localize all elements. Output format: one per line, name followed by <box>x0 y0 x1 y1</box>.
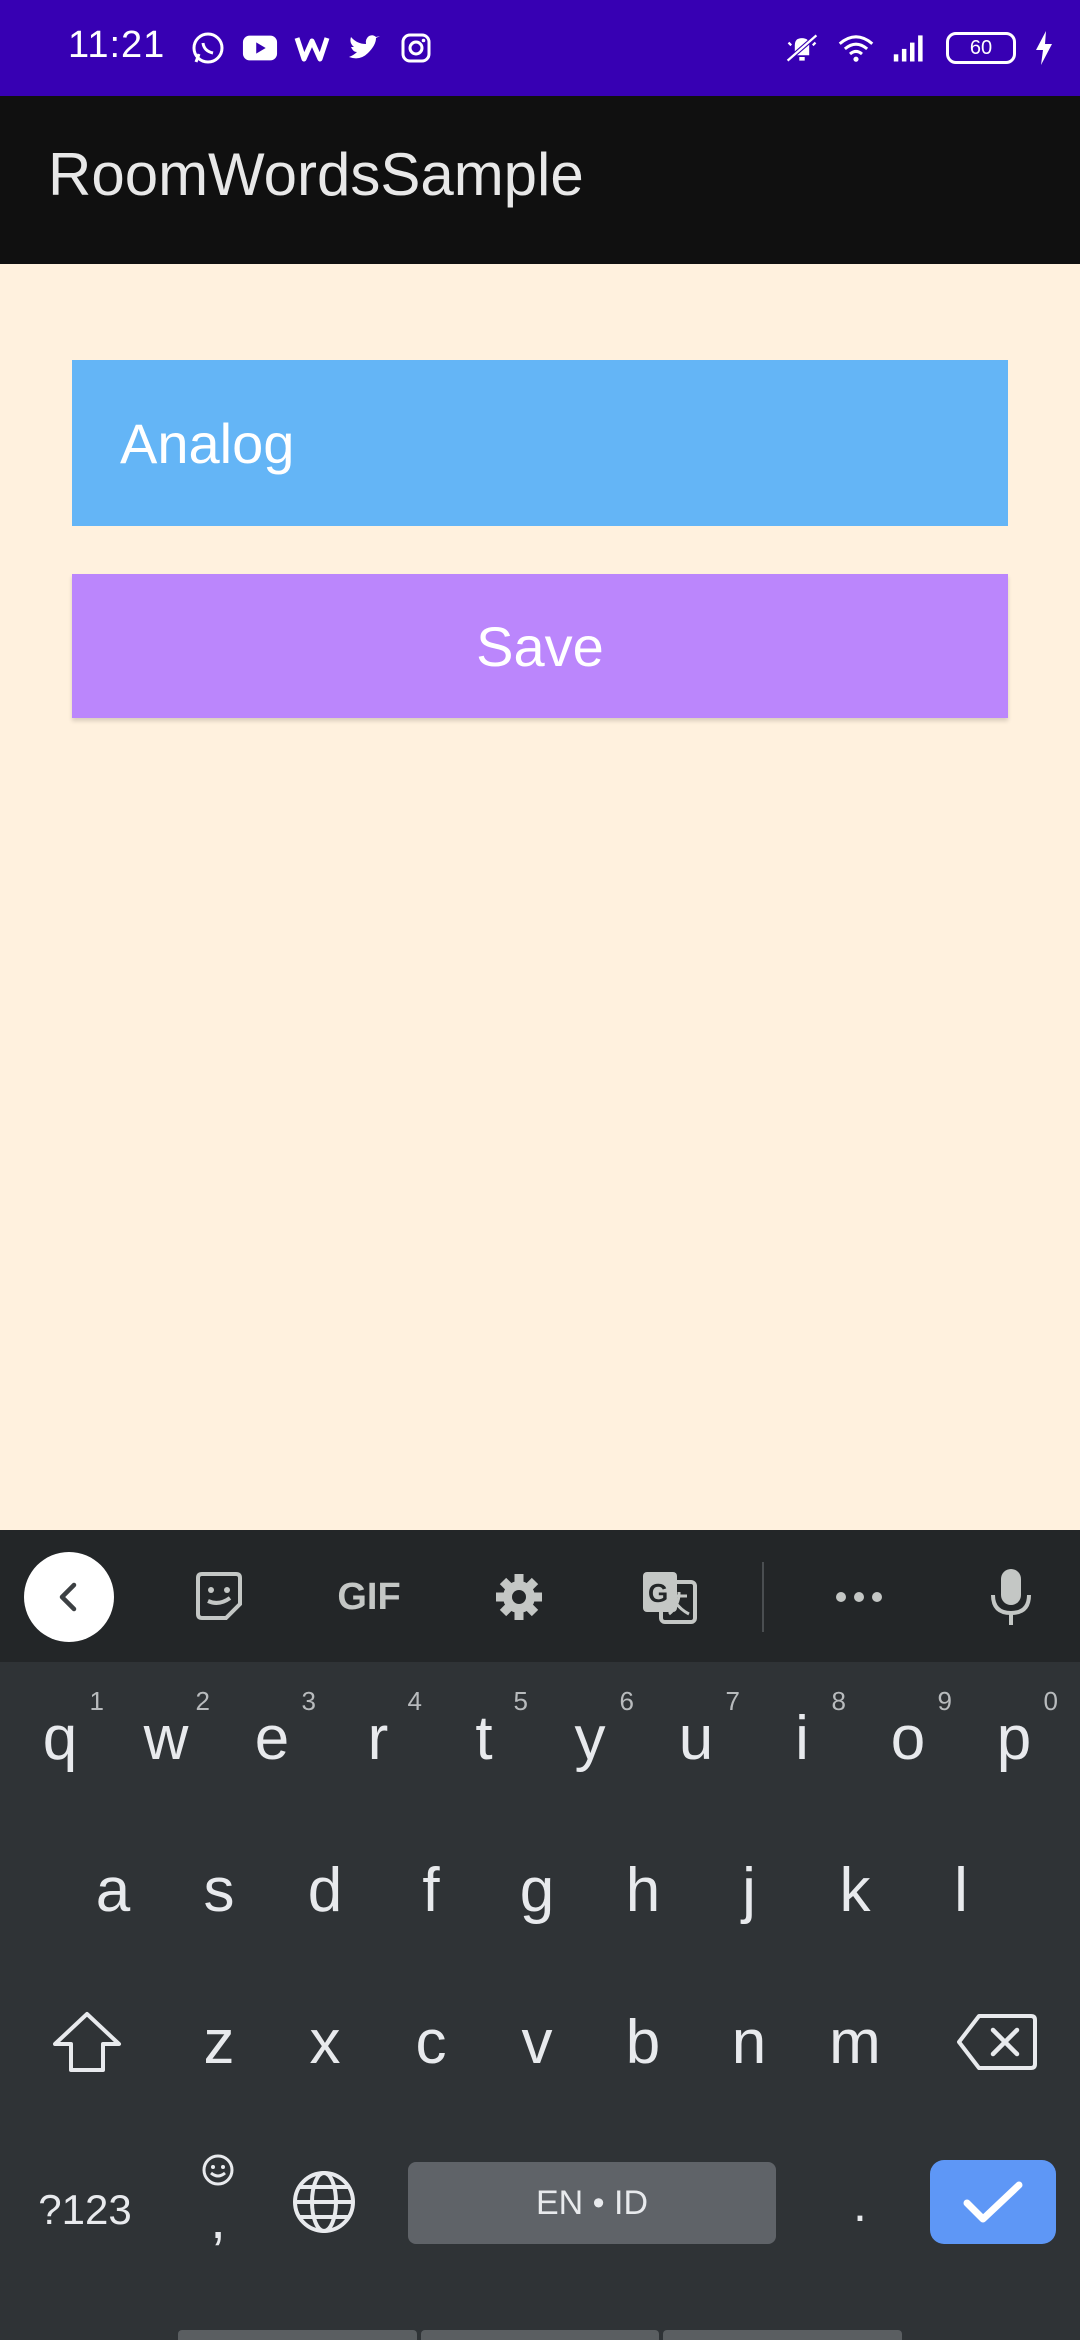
more-icon[interactable] <box>814 1552 904 1642</box>
key-x[interactable]: x <box>277 1982 373 2102</box>
shift-key[interactable] <box>38 1982 136 2102</box>
key-label: r <box>367 1703 389 1773</box>
spacebar[interactable]: EN • ID <box>408 2162 776 2244</box>
key-e[interactable]: e3 <box>224 1678 320 1798</box>
checkmark-icon <box>963 2181 1023 2223</box>
gif-icon[interactable]: GIF <box>324 1552 414 1642</box>
nav-handle <box>420 2330 660 2340</box>
back-chevron-icon[interactable] <box>24 1552 114 1642</box>
whatsapp-icon <box>190 28 226 68</box>
instagram-icon <box>398 28 434 68</box>
key-d[interactable]: d <box>277 1830 373 1950</box>
microphone-icon[interactable] <box>966 1552 1056 1642</box>
key-u[interactable]: u7 <box>648 1678 744 1798</box>
key-label: q <box>42 1703 78 1773</box>
key-hint: 8 <box>831 1686 846 1716</box>
key-t[interactable]: t5 <box>436 1678 532 1798</box>
key-g[interactable]: g <box>489 1830 585 1950</box>
keyboard-toolbar: GIF G <box>0 1530 1080 1662</box>
key-k[interactable]: k <box>807 1830 903 1950</box>
twitter-icon <box>346 28 382 68</box>
key-label: p <box>996 1703 1032 1773</box>
battery-icon: 60 <box>946 32 1016 64</box>
status-time: 11:21 <box>68 24 166 66</box>
keyboard-nav-handles <box>178 2330 903 2340</box>
nav-handle <box>663 2330 903 2340</box>
word-input[interactable] <box>72 360 1008 526</box>
key-hint: 4 <box>407 1686 422 1716</box>
signal-icon <box>892 28 928 68</box>
sticker-icon[interactable] <box>174 1552 264 1642</box>
key-hint: 1 <box>89 1686 104 1716</box>
key-hint: 3 <box>301 1686 316 1716</box>
save-button[interactable]: Save <box>72 574 1008 718</box>
globe-icon <box>293 2171 355 2233</box>
period-key[interactable]: . <box>812 2144 908 2264</box>
symbols-key[interactable]: ?123 <box>20 2150 150 2270</box>
key-label: t <box>475 1703 493 1773</box>
youtube-icon <box>242 28 278 68</box>
charging-icon <box>1034 28 1054 68</box>
key-p[interactable]: p0 <box>966 1678 1062 1798</box>
emoji-icon <box>202 2154 234 2186</box>
emoji-comma-key[interactable]: , <box>170 2140 266 2260</box>
key-hint: 0 <box>1043 1686 1058 1716</box>
notification-icons <box>190 28 434 68</box>
system-icons: 60 <box>784 28 1054 68</box>
key-c[interactable]: c <box>383 1982 479 2102</box>
key-a[interactable]: a <box>65 1830 161 1950</box>
key-v[interactable]: v <box>489 1982 585 2102</box>
key-hint: 2 <box>195 1686 210 1716</box>
gif-label: GIF <box>337 1575 401 1618</box>
toolbar-divider <box>762 1562 764 1632</box>
key-f[interactable]: f <box>383 1830 479 1950</box>
key-label: e <box>254 1703 290 1773</box>
key-w[interactable]: w2 <box>118 1678 214 1798</box>
key-hint: 7 <box>725 1686 740 1716</box>
key-label: o <box>890 1703 926 1773</box>
key-q[interactable]: q1 <box>12 1678 108 1798</box>
settings-icon[interactable] <box>474 1552 564 1642</box>
battery-level: 60 <box>969 36 993 59</box>
key-label: i <box>795 1703 809 1773</box>
backspace-key[interactable] <box>942 1982 1052 2102</box>
key-i[interactable]: i8 <box>754 1678 850 1798</box>
mute-icon <box>784 28 820 68</box>
enter-key[interactable] <box>930 2160 1056 2244</box>
key-z[interactable]: z <box>171 1982 267 2102</box>
key-hint: 6 <box>619 1686 634 1716</box>
key-label: y <box>574 1703 606 1773</box>
key-n[interactable]: n <box>701 1982 797 2102</box>
key-y[interactable]: y6 <box>542 1678 638 1798</box>
nav-handle <box>178 2330 417 2340</box>
backspace-icon <box>957 2014 1037 2070</box>
key-hint: 5 <box>513 1686 528 1716</box>
key-label: w <box>143 1703 189 1773</box>
status-bar: 11:21 60 <box>0 0 1080 96</box>
app-bar: RoomWordsSample <box>0 96 1080 264</box>
translate-icon[interactable]: G <box>624 1552 714 1642</box>
main-content: Save <box>0 264 1080 1530</box>
app-title: RoomWordsSample <box>48 141 584 208</box>
language-key[interactable] <box>276 2142 372 2262</box>
soft-keyboard: GIF G q1 w2 e3 r4 t5 y6 u7 i8 o9 p0 a s … <box>0 1530 1080 2340</box>
comma-label: , <box>210 2187 226 2250</box>
svg-text:G: G <box>648 1578 668 1608</box>
wifi-icon <box>838 28 874 68</box>
key-h[interactable]: h <box>595 1830 691 1950</box>
key-label: u <box>678 1703 714 1773</box>
key-j[interactable]: j <box>701 1830 797 1950</box>
key-hint: 9 <box>937 1686 952 1716</box>
key-o[interactable]: o9 <box>860 1678 956 1798</box>
key-s[interactable]: s <box>171 1830 267 1950</box>
shift-icon <box>53 2012 121 2072</box>
key-l[interactable]: l <box>913 1830 1009 1950</box>
key-b[interactable]: b <box>595 1982 691 2102</box>
key-m[interactable]: m <box>807 1982 903 2102</box>
w-app-icon <box>294 28 330 68</box>
key-r[interactable]: r4 <box>330 1678 426 1798</box>
